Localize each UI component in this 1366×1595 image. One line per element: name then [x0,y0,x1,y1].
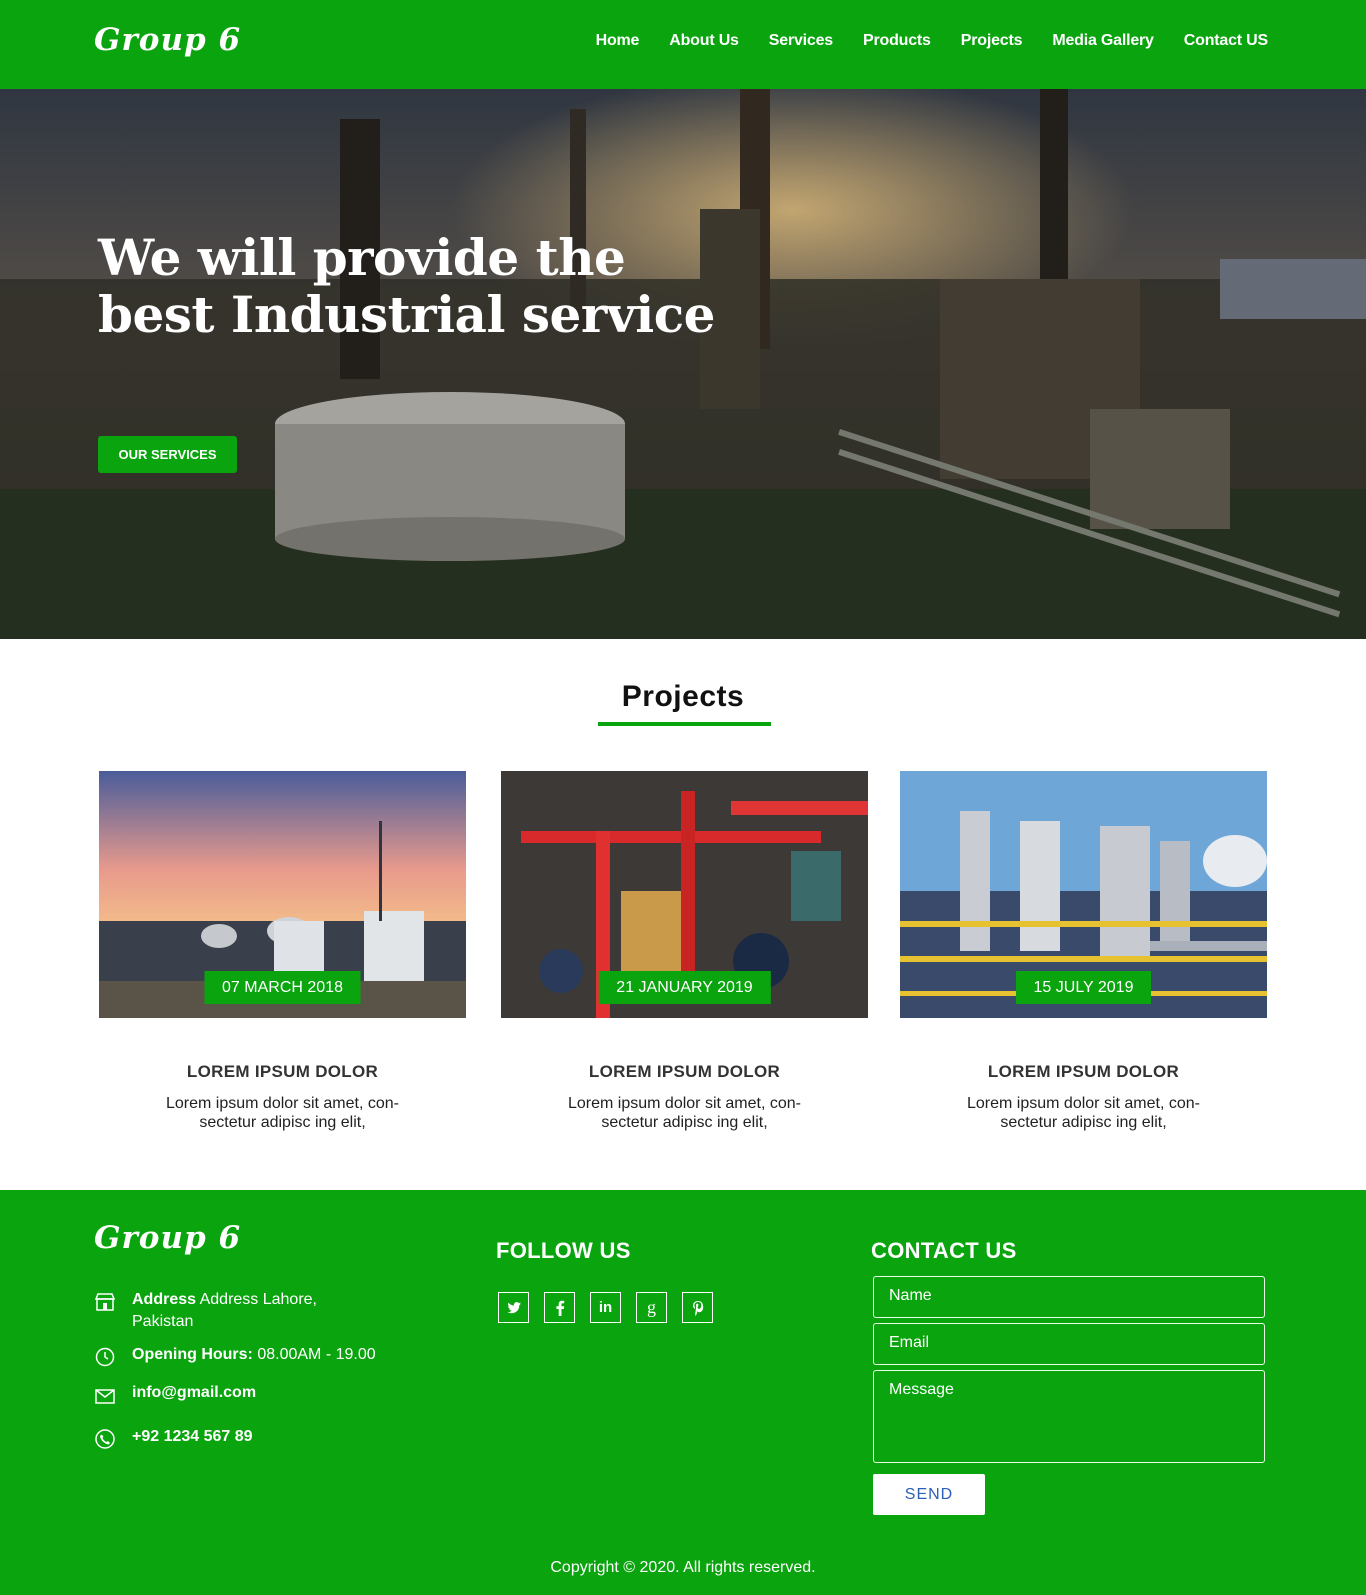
store-icon [94,1293,116,1311]
project-description: Lorem ipsum dolor sit amet, con- sectetu… [900,1094,1267,1132]
nav-services[interactable]: Services [769,32,833,50]
project-card[interactable]: 15 JULY 2019 LOREM IPSUM DOLOR Lorem ips… [900,771,1267,1132]
project-card[interactable]: 21 JANUARY 2019 LOREM IPSUM DOLOR Lorem … [501,771,868,1132]
footer-email: info@gmail.com [94,1384,256,1406]
hours-label: Opening Hours: [132,1346,253,1363]
nav-home[interactable]: Home [596,32,640,50]
footer-logo[interactable]: Group 6 [94,1220,241,1256]
project-date-badge: 07 MARCH 2018 [204,971,361,1004]
project-description: Lorem ipsum dolor sit amet, con- sectetu… [99,1094,466,1132]
project-image[interactable]: 21 JANUARY 2019 [501,771,868,1018]
address-value-line2: Pakistan [132,1313,194,1330]
email-field[interactable]: Email [873,1323,1265,1365]
project-description-line2: sectetur adipisc ing elit, [1000,1114,1167,1131]
site-footer: Group 6 Address Address Lahore, Pakistan… [0,1190,1366,1595]
project-description-line1: Lorem ipsum dolor sit amet, con- [568,1095,801,1112]
hours-value: 08.00AM - 19.00 [257,1346,376,1363]
hero-heading-line2: best Industrial service [98,285,715,344]
footer-address: Address Address Lahore, Pakistan [94,1291,317,1331]
project-title[interactable]: LOREM IPSUM DOLOR [99,1062,466,1082]
google-plus-icon[interactable]: g [636,1292,667,1323]
project-description-line1: Lorem ipsum dolor sit amet, con- [166,1095,399,1112]
hero-heading: We will provide the best Industrial serv… [98,229,715,343]
project-card[interactable]: 07 MARCH 2018 LOREM IPSUM DOLOR Lorem ip… [99,771,466,1132]
social-links: in g [498,1292,728,1323]
send-button[interactable]: SEND [873,1474,985,1515]
project-description-line2: sectetur adipisc ing elit, [601,1114,768,1131]
main-nav: Home About Us Services Products Projects… [566,32,1269,50]
contact-us-heading: CONTACT US [871,1238,1017,1263]
project-description: Lorem ipsum dolor sit amet, con- sectetu… [501,1094,868,1132]
address-label: Address [132,1291,197,1308]
nav-contact-us[interactable]: Contact US [1184,32,1268,50]
project-title[interactable]: LOREM IPSUM DOLOR [900,1062,1267,1082]
twitter-icon[interactable] [498,1292,529,1323]
name-field[interactable]: Name [873,1276,1265,1318]
project-description-line1: Lorem ipsum dolor sit amet, con- [967,1095,1200,1112]
email-link[interactable]: info@gmail.com [132,1384,256,1402]
phone-link[interactable]: +92 1234 567 89 [132,1428,253,1446]
our-services-button[interactable]: OUR SERVICES [98,436,237,473]
project-description-line2: sectetur adipisc ing elit, [199,1114,366,1131]
project-image[interactable]: 15 JULY 2019 [900,771,1267,1018]
project-date-badge: 21 JANUARY 2019 [598,971,771,1004]
footer-phone: +92 1234 567 89 [94,1428,253,1450]
follow-us-heading: FOLLOW US [496,1238,631,1263]
nav-projects[interactable]: Projects [961,32,1023,50]
pinterest-icon[interactable] [682,1292,713,1323]
site-logo[interactable]: Group 6 [94,22,241,58]
copyright-text: Copyright © 2020. All rights reserved. [550,1559,816,1576]
envelope-icon [95,1389,115,1404]
clock-icon [95,1347,115,1367]
hero-banner: We will provide the best Industrial serv… [0,89,1366,639]
footer-hours: Opening Hours: 08.00AM - 19.00 [94,1346,376,1368]
nav-products[interactable]: Products [863,32,931,50]
hero-heading-line1: We will provide the [98,228,626,287]
project-image[interactable]: 07 MARCH 2018 [99,771,466,1018]
facebook-icon[interactable] [544,1292,575,1323]
phone-icon [95,1429,115,1449]
site-header: Group 6 Home About Us Services Products … [0,0,1366,89]
projects-heading: Projects [621,680,745,713]
address-value: Address Lahore, [199,1291,317,1308]
hero-background-image [0,89,1366,639]
linkedin-icon[interactable]: in [590,1292,621,1323]
nav-media-gallery[interactable]: Media Gallery [1052,32,1154,50]
project-title[interactable]: LOREM IPSUM DOLOR [501,1062,868,1082]
nav-about-us[interactable]: About Us [669,32,739,50]
message-field[interactable]: Message [873,1370,1265,1463]
project-date-badge: 15 JULY 2019 [1015,971,1152,1004]
projects-heading-underline [598,722,771,726]
